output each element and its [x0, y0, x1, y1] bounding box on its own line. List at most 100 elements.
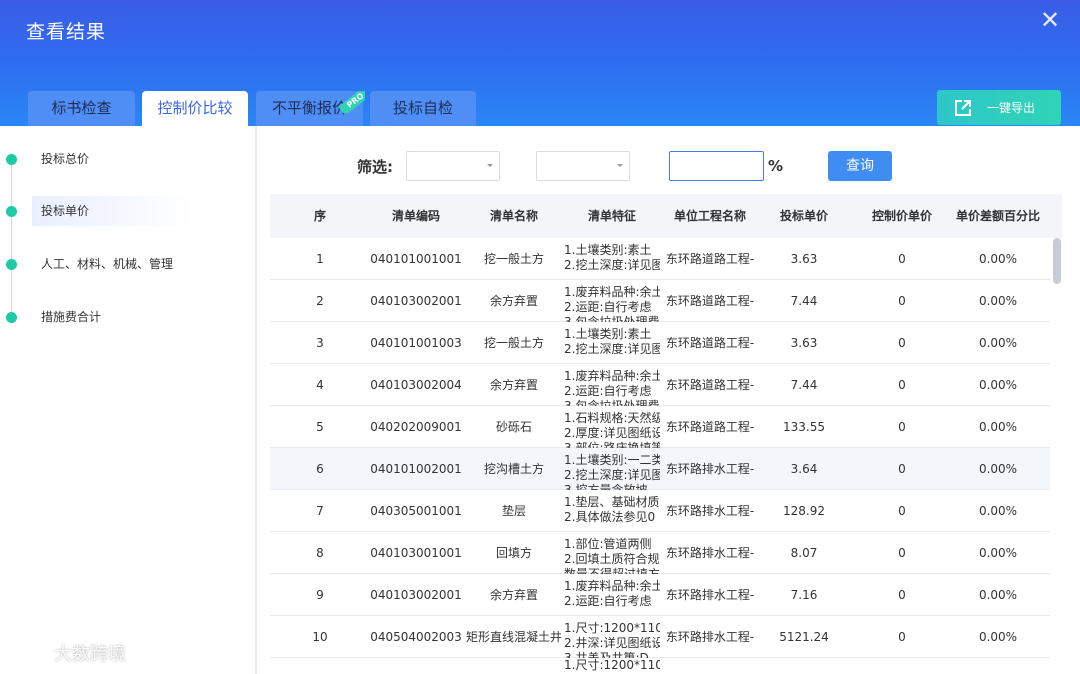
- price-diff-percent: 0.00%: [978, 336, 1018, 350]
- item-features: 1.尺寸:1200*1100: [564, 658, 660, 674]
- feature-line: 2.回填土质符合规: [564, 552, 660, 566]
- filter-select-1[interactable]: [406, 151, 500, 181]
- item-name: 垫层: [501, 504, 526, 518]
- feature-line: 2.挖土深度:详见图: [564, 468, 660, 482]
- query-button[interactable]: 查询: [828, 151, 892, 181]
- sidebar-item-labor-material[interactable]: 人工、材料、机械、管理: [32, 249, 194, 279]
- column-header: 序: [313, 209, 326, 223]
- feature-line: 1.废弃料品种:余土: [564, 285, 660, 299]
- control-unit-price: 0: [898, 588, 906, 602]
- feature-line: 1.石料规格:天然级: [564, 411, 660, 425]
- price-diff-percent: 0.00%: [978, 462, 1018, 476]
- control-unit-price: 0: [898, 420, 906, 434]
- row-index: 7: [316, 504, 324, 518]
- item-features: 1.土壤类别:素土 2.挖土深度:详见图: [564, 322, 660, 364]
- price-diff-percent: 0.00%: [978, 420, 1018, 434]
- close-icon[interactable]: ✕: [1038, 8, 1062, 32]
- item-code: 040202009001: [370, 420, 462, 434]
- table-row[interactable]: 8 040103001001 回填方 1.部位:管道两侧 2.回填土质符合规 数量不得超过…: [270, 532, 1050, 574]
- row-index: 8: [316, 546, 324, 560]
- export-button[interactable]: 一键导出: [937, 90, 1061, 125]
- table-row[interactable]: 1 040101001001 挖一般土方 1.土壤类别:素土 2.挖土深度:详见图 东环路…: [270, 238, 1050, 280]
- item-code: 040103002001: [370, 294, 462, 308]
- tab-label: 控制价比较: [157, 99, 233, 117]
- timeline-line: [11, 158, 12, 318]
- bid-unit-price: 133.55: [783, 420, 825, 434]
- item-features: 1.垫层、基础材质 2.具体做法参见0: [564, 490, 660, 532]
- table-row[interactable]: 9 040103002001 余方弃置 1.废弃料品种:余土 2.运距:自行考虑 东环路排…: [270, 574, 1050, 616]
- tab-self-check[interactable]: 投标自检: [370, 91, 476, 126]
- item-features: 1.尺寸:1200*1100 2.井深:详见图纸设 3.井盖及井箅:D: [564, 616, 660, 658]
- control-unit-price: 0: [898, 378, 906, 392]
- feature-line: 2.井深:详见图纸设: [564, 636, 660, 650]
- feature-line: 数量不得超过填方: [564, 567, 660, 574]
- unit-project-name: 东环路排水工程-: [665, 462, 755, 476]
- table-row[interactable]: 10 040504002003 矩形直线混凝土井 1.尺寸:1200*1100 2.井深…: [270, 616, 1050, 658]
- table-row[interactable]: 1.尺寸:1200*1100: [270, 658, 1050, 674]
- row-index: 1: [316, 252, 324, 266]
- row-index: [290, 658, 350, 674]
- feature-line: 3.部位:路床换填等: [564, 441, 660, 448]
- item-name: 余方弃置: [489, 588, 538, 602]
- item-features: 1.部位:管道两侧 2.回填土质符合规 数量不得超过填方: [564, 532, 660, 574]
- tab-bid-check[interactable]: 标书检查: [28, 91, 135, 126]
- tab-control-price-compare[interactable]: 控制价比较: [142, 91, 248, 126]
- unit-project-name: 东环路道路工程-: [665, 252, 755, 266]
- feature-line: 2.挖土深度:详见图: [564, 258, 660, 272]
- feature-line: 2.具体做法参见0: [564, 510, 656, 524]
- export-icon: [955, 99, 971, 116]
- unit-project-name: 东环路道路工程-: [665, 294, 755, 308]
- table-row[interactable]: 3 040101001003 挖一般土方 1.土壤类别:素土 2.挖土深度:详见图 东环路…: [270, 322, 1050, 364]
- filter-select-2[interactable]: [536, 151, 630, 181]
- feature-line: 3.包含垃圾处理费: [564, 399, 660, 406]
- table-row[interactable]: 7 040305001001 垫层 1.垫层、基础材质 2.具体做法参见0 东环路排水工程…: [270, 490, 1050, 532]
- table-header: 序 清单编码 清单名称 清单特征 单位工程名称 投标单价 控制价单价 单价差额百…: [270, 194, 1062, 238]
- feature-line: 2.厚度:详见图纸设: [564, 426, 660, 440]
- column-header: 控制价单价: [871, 209, 932, 223]
- feature-line: 1.土壤类别:素土: [564, 327, 652, 341]
- table-row[interactable]: 2 040103002001 余方弃置 1.废弃料品种:余土 2.运距:自行考虑 3.包含…: [270, 280, 1050, 322]
- unit-project-name: 东环路排水工程-: [665, 546, 755, 560]
- watermark-logo-icon: [10, 644, 48, 663]
- control-unit-price: 0: [898, 294, 906, 308]
- feature-line: 2.挖土深度:详见图: [564, 342, 660, 356]
- unit-project-name: 东环路排水工程-: [665, 504, 755, 518]
- unit-project-name: 东环路排水工程-: [665, 588, 755, 602]
- feature-line: 1.尺寸:1200*1100: [564, 621, 660, 635]
- bid-unit-price: [756, 658, 852, 674]
- result-table: 序 清单编码 清单名称 清单特征 单位工程名称 投标单价 控制价单价 单价差额百…: [270, 194, 1062, 674]
- item-code: 040103002001: [370, 588, 462, 602]
- bid-unit-price: 3.63: [790, 252, 818, 266]
- watermark-text: 大数跨境: [54, 644, 126, 665]
- price-diff-percent: 0.00%: [978, 630, 1018, 644]
- item-name: 矩形直线混凝土井: [466, 630, 562, 644]
- percent-input[interactable]: [669, 151, 764, 181]
- sidebar-item-bid-total[interactable]: 投标总价: [32, 144, 194, 174]
- column-header: 清单编码: [391, 209, 440, 223]
- sidebar-item-measure-fee[interactable]: 措施费合计: [32, 302, 194, 332]
- bid-unit-price: 5121.24: [779, 630, 829, 644]
- feature-line: 1.废弃料品种:余土: [564, 579, 660, 593]
- pro-badge: PRO: [335, 91, 365, 113]
- table-row[interactable]: 6 040101002001 挖沟槽土方 1.土壤类别:一二类 2.挖土深度:详见图 3.…: [270, 448, 1050, 490]
- vertical-scrollbar[interactable]: [1050, 238, 1062, 674]
- item-name: 回填方: [495, 546, 532, 560]
- sidebar: 投标总价 投标单价 人工、材料、机械、管理 措施费合计: [0, 126, 257, 674]
- row-index: 9: [316, 588, 324, 602]
- filter-label: 筛选:: [357, 158, 393, 176]
- price-diff-percent: 0.00%: [978, 378, 1018, 392]
- table-row[interactable]: 4 040103002004 余方弃置 1.废弃料品种:余土 2.运距:自行考虑 3.包含…: [270, 364, 1050, 406]
- price-diff-percent: 0.00%: [978, 546, 1018, 560]
- column-header: 清单名称: [489, 209, 538, 223]
- item-features: 1.石料规格:天然级 2.厚度:详见图纸设 3.部位:路床换填等: [564, 406, 660, 448]
- unit-project-name: [662, 658, 758, 674]
- item-code: 040103001001: [370, 546, 462, 560]
- sidebar-item-unit-price[interactable]: 投标单价: [32, 196, 194, 226]
- table-row[interactable]: 5 040202009001 砂砾石 1.石料规格:天然级 2.厚度:详见图纸设 3.部位…: [270, 406, 1050, 448]
- item-code: [360, 658, 472, 674]
- feature-line: 2.运距:自行考虑: [564, 594, 652, 608]
- feature-line: 1.尺寸:1200*1100: [564, 658, 660, 672]
- tab-unbalanced-quote[interactable]: 不平衡报价 PRO: [256, 91, 365, 126]
- scrollbar-thumb[interactable]: [1053, 238, 1061, 284]
- tab-label: 标书检查: [51, 99, 112, 117]
